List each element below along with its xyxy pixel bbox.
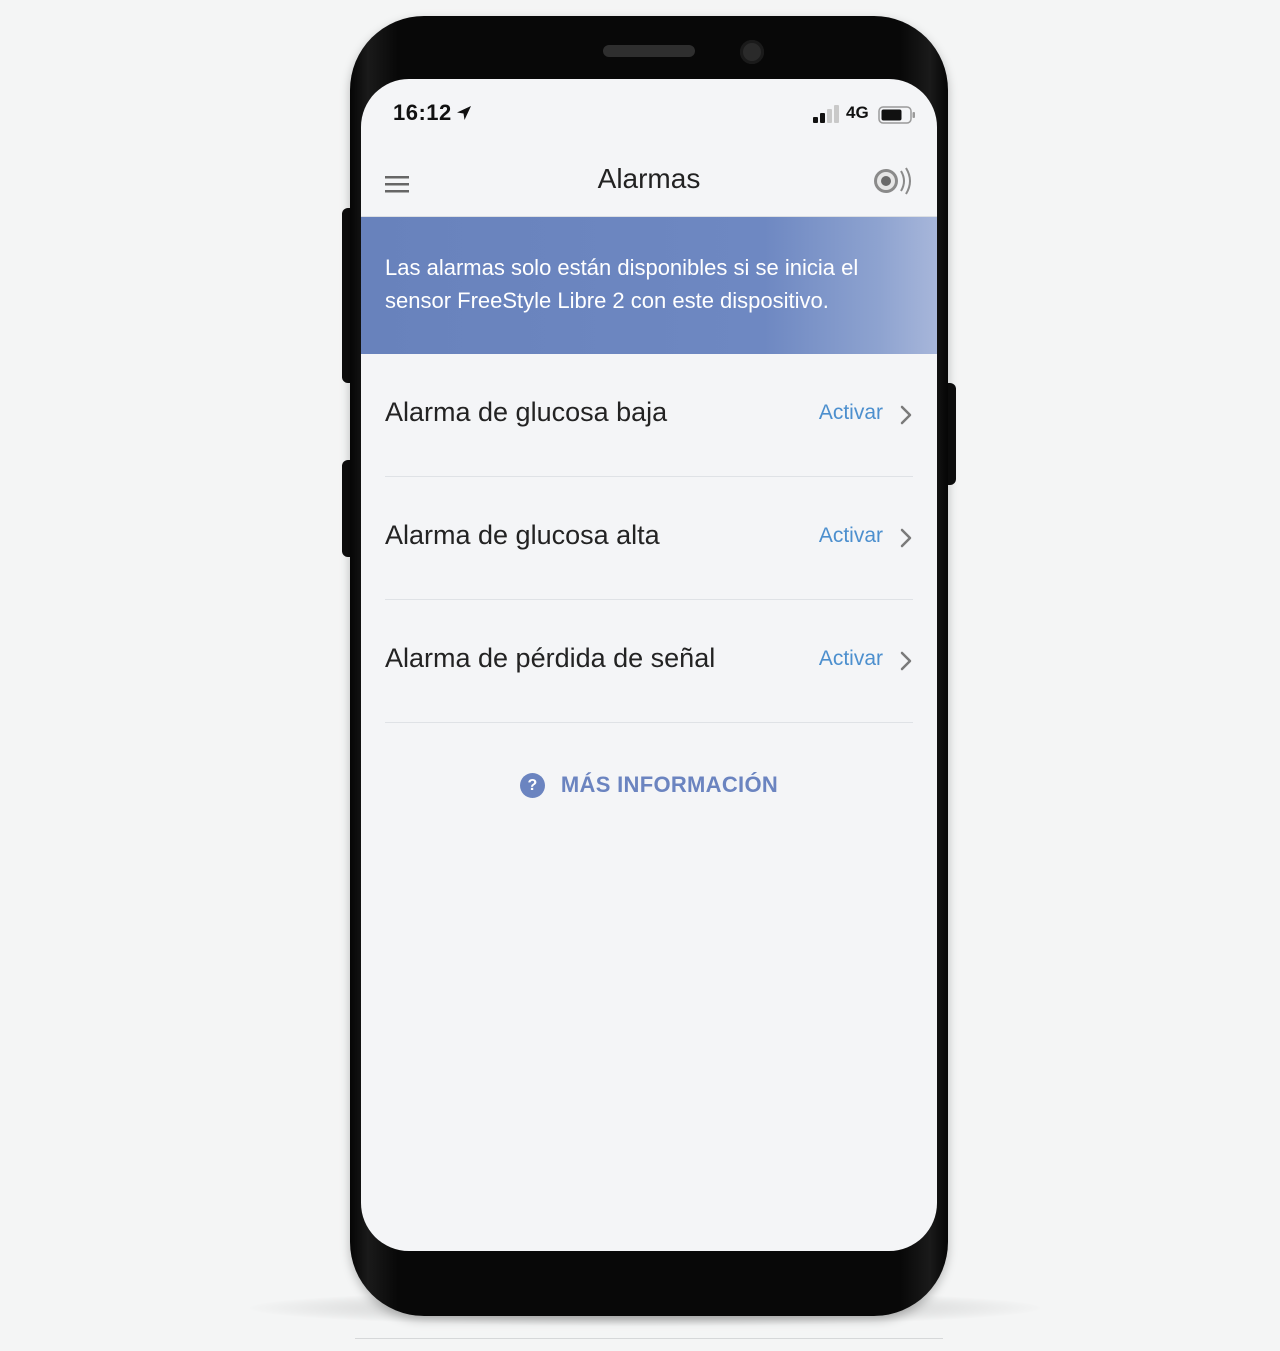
page-title: Alarmas — [597, 163, 701, 194]
phone-frame: 16:12 4G Alarmas Las alarmas solo están … — [350, 16, 948, 1316]
status-bar: 16:12 4G — [361, 79, 937, 149]
stage: 16:12 4G Alarmas Las alarmas solo están … — [0, 0, 1280, 1351]
front-camera — [740, 40, 764, 64]
earpiece-speaker — [603, 45, 695, 57]
battery-icon — [878, 106, 915, 124]
help-icon: ? — [519, 772, 545, 798]
signal-icon — [813, 105, 839, 123]
alarm-label: Alarma de glucosa alta — [385, 520, 660, 550]
activate-link[interactable]: Activar — [819, 401, 883, 425]
more-info-label: MÁS INFORMACIÓN — [560, 772, 779, 797]
alarm-label: Alarma de pérdida de señal — [385, 643, 716, 673]
activate-link[interactable]: Activar — [819, 524, 883, 548]
chevron-right-icon — [900, 651, 912, 671]
chevron-right-icon — [900, 405, 912, 425]
info-banner: Las alarmas solo están disponibles si se… — [361, 217, 937, 354]
alarm-row-signal-loss[interactable]: Alarma de pérdida de señal Activar — [385, 600, 913, 723]
sensor-icon[interactable] — [871, 165, 915, 197]
alarm-row-low-glucose[interactable]: Alarma de glucosa baja Activar — [385, 354, 913, 477]
floor-line — [355, 1338, 943, 1339]
app-screen: 16:12 4G Alarmas Las alarmas solo están … — [361, 79, 937, 1251]
location-arrow-icon — [457, 106, 471, 120]
nav-bar: Alarmas — [361, 149, 937, 217]
more-info-link[interactable]: ? MÁS INFORMACIÓN — [361, 772, 937, 812]
alarm-label: Alarma de glucosa baja — [385, 397, 668, 427]
status-time: 16:12 — [393, 100, 452, 125]
network-type: 4G — [846, 103, 869, 122]
alarm-row-high-glucose[interactable]: Alarma de glucosa alta Activar — [385, 477, 913, 600]
more-info-content[interactable]: ? MÁS INFORMACIÓN — [519, 772, 779, 798]
activate-link[interactable]: Activar — [819, 647, 883, 671]
banner-text: Las alarmas solo están disponibles si se… — [385, 255, 859, 313]
chevron-right-icon — [900, 528, 912, 548]
